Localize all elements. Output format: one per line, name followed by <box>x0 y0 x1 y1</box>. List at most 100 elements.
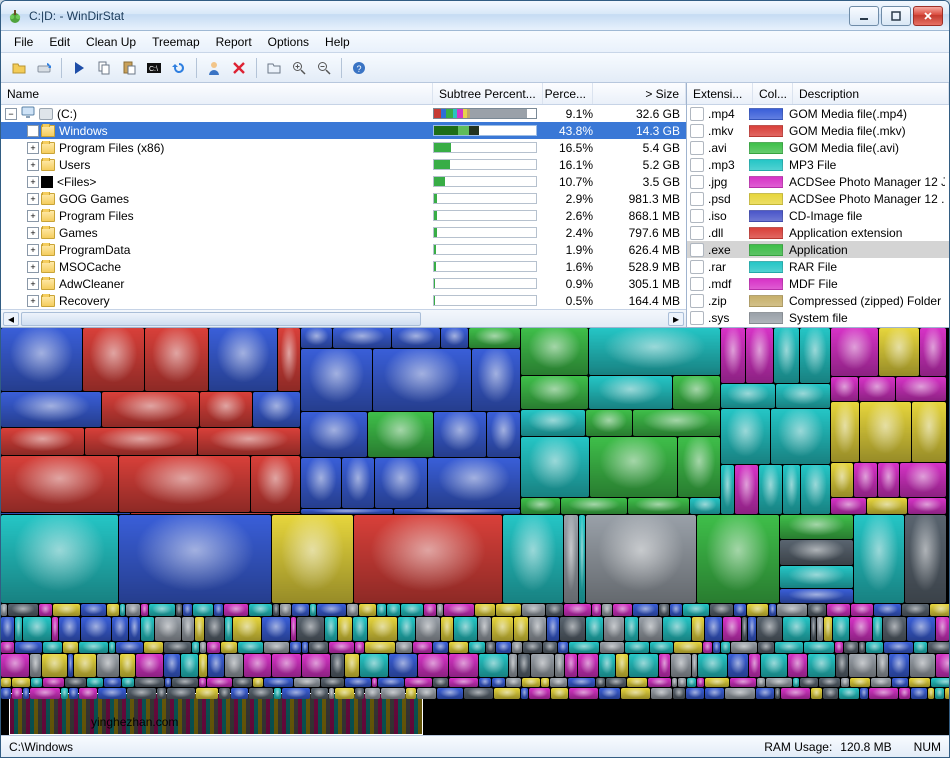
paste-icon[interactable] <box>118 57 140 79</box>
treemap-block[interactable] <box>529 688 550 699</box>
tree-row-root[interactable]: −(C:)9.1%32.6 GB <box>1 105 686 122</box>
treemap-block[interactable] <box>831 463 853 497</box>
treemap-block[interactable] <box>449 654 478 677</box>
treemap-block[interactable] <box>892 678 908 687</box>
treemap-block[interactable] <box>394 509 520 514</box>
treemap-block[interactable] <box>136 654 163 677</box>
treemap-block[interactable] <box>721 642 730 653</box>
treemap-block[interactable] <box>850 617 872 641</box>
treemap-block[interactable] <box>819 678 840 687</box>
play-icon[interactable] <box>68 57 90 79</box>
treemap-block[interactable] <box>79 688 97 699</box>
treemap-block[interactable] <box>877 654 888 677</box>
treemap-block[interactable] <box>907 617 935 641</box>
treemap-block[interactable] <box>698 654 727 677</box>
treemap-block[interactable] <box>74 654 96 677</box>
treemap-block[interactable] <box>844 642 858 653</box>
treemap-block[interactable] <box>149 604 175 616</box>
treemap-block[interactable] <box>301 509 393 514</box>
treemap-block[interactable] <box>1 642 14 653</box>
treemap-block[interactable] <box>911 688 927 699</box>
treemap-block[interactable] <box>867 498 907 514</box>
treemap-block[interactable] <box>428 458 520 508</box>
treemap-block[interactable] <box>769 604 776 616</box>
treemap-block[interactable] <box>207 642 220 653</box>
treemap-block[interactable] <box>129 617 140 641</box>
treemap-block[interactable] <box>1 617 14 641</box>
treemap-block[interactable] <box>79 642 108 653</box>
treemap-block[interactable] <box>225 654 243 677</box>
treemap-block[interactable] <box>292 604 309 616</box>
treemap-block[interactable] <box>910 654 935 677</box>
treemap-block[interactable] <box>355 688 364 699</box>
treemap-block[interactable] <box>164 642 191 653</box>
treemap-block[interactable] <box>43 678 64 687</box>
treemap-block[interactable] <box>359 604 376 616</box>
treemap-block[interactable] <box>883 617 906 641</box>
treemap-block[interactable] <box>697 678 704 687</box>
treemap-block[interactable] <box>776 384 830 408</box>
ext-row[interactable]: .aviGOM Media file(.avi) <box>687 139 949 156</box>
treemap-block[interactable] <box>514 617 528 641</box>
treemap-block[interactable] <box>788 654 807 677</box>
treemap-block[interactable] <box>671 654 691 677</box>
treemap-block[interactable] <box>705 617 722 641</box>
treemap-block[interactable] <box>781 688 810 699</box>
treemap-block[interactable] <box>735 465 758 514</box>
user-cleanup-icon[interactable] <box>203 57 225 79</box>
treemap-block[interactable] <box>120 654 135 677</box>
treemap-block[interactable] <box>869 688 898 699</box>
treemap-block[interactable] <box>1 515 118 603</box>
treemap-block[interactable] <box>1 678 11 687</box>
col-desc[interactable]: Description <box>793 83 949 104</box>
treemap-block[interactable] <box>509 654 517 677</box>
treemap-block[interactable] <box>659 604 669 616</box>
treemap-block[interactable] <box>659 654 670 677</box>
treemap-block[interactable] <box>176 604 182 616</box>
treemap-block[interactable] <box>541 678 549 687</box>
treemap-block[interactable] <box>441 328 468 348</box>
scroll-left-icon[interactable]: ◂ <box>3 312 19 326</box>
treemap-block[interactable] <box>39 604 52 616</box>
treemap-block[interactable] <box>871 678 891 687</box>
treemap-block[interactable] <box>723 617 741 641</box>
treemap-block[interactable] <box>759 465 782 514</box>
treemap-block[interactable] <box>710 604 733 616</box>
treemap-block[interactable] <box>757 678 765 687</box>
treemap-block[interactable] <box>568 678 595 687</box>
treemap-block[interactable] <box>301 458 341 508</box>
expand-icon[interactable]: + <box>27 193 39 205</box>
treemap-block[interactable] <box>112 617 128 641</box>
treemap-block[interactable] <box>672 678 677 687</box>
ext-row[interactable]: .psdACDSee Photo Manager 12 . <box>687 190 949 207</box>
treemap-block[interactable] <box>521 410 585 436</box>
treemap-block[interactable] <box>368 617 397 641</box>
treemap-block[interactable] <box>345 654 359 677</box>
tree-hscrollbar[interactable]: ◂ ▸ <box>1 309 686 327</box>
treemap-block[interactable] <box>278 328 300 391</box>
treemap-block[interactable] <box>621 688 650 699</box>
treemap-block[interactable] <box>8 604 38 616</box>
treemap-block[interactable] <box>221 642 237 653</box>
treemap-block[interactable] <box>705 688 724 699</box>
treemap-block[interactable] <box>1 392 101 427</box>
treemap-block[interactable] <box>231 688 248 699</box>
treemap-block[interactable] <box>811 688 822 699</box>
treemap-block[interactable] <box>521 437 589 497</box>
expand-icon[interactable]: + <box>27 261 39 273</box>
treemap-block[interactable] <box>839 688 859 699</box>
ext-row[interactable]: .mp4GOM Media file(.mp4) <box>687 105 949 122</box>
treemap-block[interactable] <box>454 617 477 641</box>
ext-column-headers[interactable]: Extensi... Col... Description <box>687 83 949 105</box>
tree-rows[interactable]: −(C:)9.1%32.6 GB+Windows43.8%14.3 GB+Pro… <box>1 105 686 309</box>
treemap-block[interactable] <box>104 678 121 687</box>
treemap-block[interactable] <box>441 617 453 641</box>
treemap-block[interactable] <box>69 688 78 699</box>
treemap-block[interactable] <box>208 654 224 677</box>
close-button[interactable] <box>913 6 943 26</box>
treemap-block[interactable] <box>757 617 782 641</box>
treemap-block[interactable] <box>673 376 720 409</box>
treemap-block[interactable] <box>120 604 125 616</box>
treemap-block[interactable] <box>914 642 927 653</box>
treemap-block[interactable] <box>119 515 271 603</box>
